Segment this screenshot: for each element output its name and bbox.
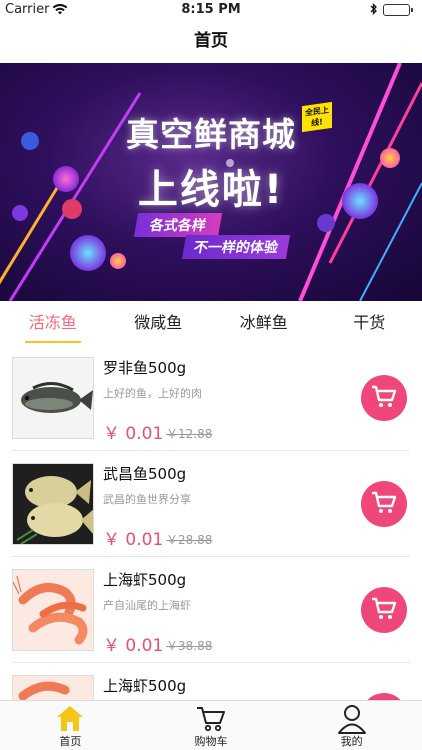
list-item[interactable]: 武昌鱼500g 武昌的鱼世界分享 ￥ 0.01 ￥28.88 — [0, 451, 422, 557]
cart-icon — [370, 489, 398, 519]
bottom-tab-bar: 首页 购物车 我的 — [0, 700, 422, 750]
banner-tag-2: 不一样的体验 — [181, 235, 291, 259]
product-desc: 上好的鱼，上好的肉 — [103, 387, 202, 400]
cart-icon — [370, 383, 398, 413]
shrimp-image — [12, 569, 94, 651]
product-name: 上海虾500g — [103, 677, 187, 695]
tabbar-home[interactable]: 首页 — [0, 701, 141, 750]
tilapia-image — [12, 357, 94, 439]
status-bar: Carrier 8:15 PM — [0, 0, 422, 20]
clock: 8:15 PM — [181, 2, 241, 17]
product-old-price: ￥12.88 — [166, 427, 213, 441]
tab-live-frozen-fish[interactable]: 活冻鱼 — [0, 301, 106, 345]
product-old-price: ￥38.88 — [166, 639, 213, 653]
product-desc: 武昌的鱼世界分享 — [103, 493, 191, 506]
tab-chilled-fish[interactable]: 冰鲜鱼 — [211, 301, 317, 345]
tabbar-cart[interactable]: 购物车 — [141, 701, 282, 750]
product-name: 上海虾500g — [103, 571, 187, 589]
list-item[interactable]: 罗非鱼500g 上好的鱼，上好的肉 ￥ 0.01 ￥12.88 — [0, 345, 422, 451]
pomfret-image — [12, 463, 94, 545]
product-name: 武昌鱼500g — [103, 465, 187, 483]
banner-title-line2: 上线啦! — [137, 167, 285, 213]
category-tabs: 活冻鱼 微咸鱼 冰鲜鱼 干货 — [0, 301, 422, 345]
battery-icon — [383, 4, 413, 16]
list-item[interactable]: 上海虾500g 产自汕尾的上海虾 ￥ 0.01 ￥38.88 — [0, 557, 422, 663]
tab-dried-goods[interactable]: 干货 — [317, 301, 422, 345]
home-icon — [55, 704, 85, 736]
add-to-cart-button[interactable] — [361, 587, 407, 633]
product-price: ￥ 0.01 — [103, 530, 164, 550]
banner-badge: 全民上线! — [302, 101, 332, 133]
add-to-cart-button[interactable] — [361, 375, 407, 421]
cart-icon — [195, 704, 227, 736]
tabbar-home-label: 首页 — [59, 735, 82, 748]
page-title: 首页 — [194, 31, 228, 51]
bluetooth-icon — [370, 2, 378, 19]
product-price: ￥ 0.01 — [103, 424, 164, 444]
tabbar-cart-label: 购物车 — [194, 735, 228, 748]
tab-salted-fish[interactable]: 微咸鱼 — [106, 301, 212, 345]
tabbar-profile-label: 我的 — [340, 735, 363, 748]
product-list: 罗非鱼500g 上好的鱼，上好的肉 ￥ 0.01 ￥12.88 武昌鱼500g — [0, 345, 422, 750]
banner-tag-1: 各式各样 — [133, 213, 223, 237]
product-old-price: ￥28.88 — [166, 533, 213, 547]
add-to-cart-button[interactable] — [361, 481, 407, 527]
tabbar-profile[interactable]: 我的 — [281, 701, 422, 750]
product-price: ￥ 0.01 — [103, 636, 164, 656]
product-name: 罗非鱼500g — [103, 359, 187, 377]
product-desc: 产自汕尾的上海虾 — [103, 599, 191, 612]
promo-banner[interactable]: 真空鲜商城 上线啦! 全民上线! 各式各样 不一样的体验 — [0, 63, 422, 301]
cart-icon — [370, 595, 398, 625]
banner-title-line1: 真空鲜商城 — [126, 115, 296, 154]
